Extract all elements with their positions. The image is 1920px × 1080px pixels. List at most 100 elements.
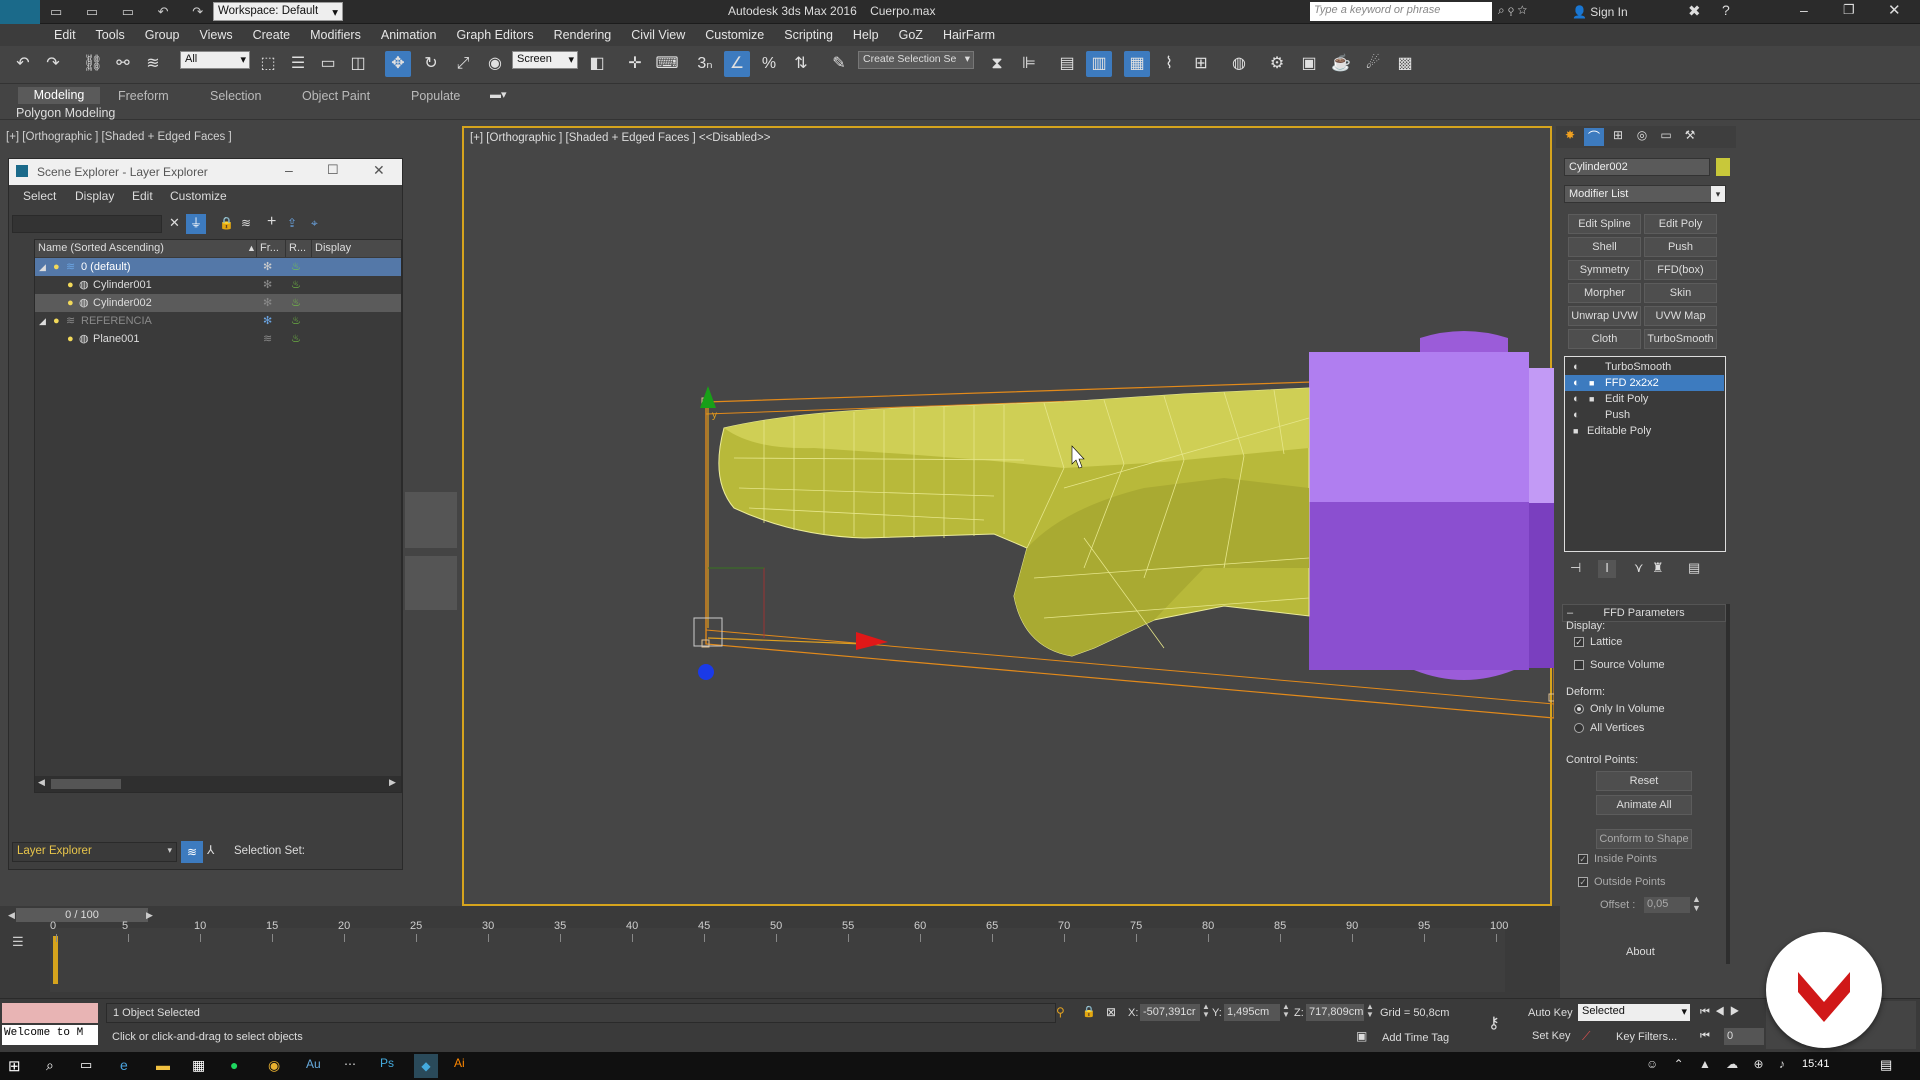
rotate-icon[interactable]: ↻ [418, 51, 444, 77]
modifier-list-dropdown[interactable]: Modifier List ▾ [1564, 185, 1726, 203]
menu-modifiers[interactable]: Modifiers [300, 24, 371, 42]
menu-scripting[interactable]: Scripting [774, 24, 843, 42]
hierarchy-icon[interactable]: ⅄ [207, 843, 214, 857]
ribbon-options-icon[interactable]: ▬▾ [490, 88, 507, 101]
menu-create[interactable]: Create [243, 24, 301, 42]
3dsmax-taskbar-icon[interactable]: ◆ [414, 1054, 438, 1078]
system-tray-icons[interactable]: ☺ ⌃ ▲ ☁ ⊕ ♪ [1646, 1057, 1791, 1071]
column-display[interactable]: Display [311, 240, 351, 257]
spinner-snap-icon[interactable]: ⇅ [788, 51, 814, 77]
modifier-stack[interactable]: ◐ TurboSmooth ◐ ■ FFD 2x2x2 ◐ ■ Edit Poly ◐ Pu… [1564, 356, 1726, 552]
push-button[interactable]: Push [1644, 237, 1717, 257]
symmetry-button[interactable]: Symmetry [1568, 260, 1641, 280]
bulb-icon[interactable]: ● [67, 276, 74, 294]
reset-button[interactable]: Reset [1596, 771, 1692, 791]
tree-row-layer-referencia[interactable]: ◢ ● ≋ REFERENCIA ✻ ♨ [35, 312, 401, 330]
render-teapot-icon[interactable]: ♨ [291, 330, 301, 348]
morpher-button[interactable]: Morpher [1568, 283, 1641, 303]
scroll-right-icon[interactable]: ▶ [389, 777, 396, 788]
render-active-icon[interactable]: ☄ [1360, 51, 1386, 77]
photoshop-icon[interactable]: Ps [380, 1056, 394, 1070]
time-slider-left-icon[interactable]: ◀ [8, 910, 15, 921]
explorer-menu-display[interactable]: Display [75, 189, 114, 203]
control-point[interactable] [1548, 693, 1554, 702]
tab-freeform[interactable]: Freeform [118, 89, 169, 103]
select-object-icon[interactable]: ⬚ [255, 51, 281, 77]
close-icon[interactable]: ✕ [1888, 1, 1901, 19]
object-name-field[interactable]: Cylinder002 [1564, 158, 1710, 176]
tree-row-cylinder002[interactable]: ● ◍ Cylinder002 ✻ ♨ [35, 294, 401, 312]
time-slider[interactable]: 0 / 100 [16, 908, 148, 922]
bulb-icon[interactable]: ◐ [1573, 391, 1580, 407]
tree-row-layer-default[interactable]: ◢ ● ≋ 0 (default) ✻ ♨ [35, 258, 401, 276]
select-in-layer-icon[interactable]: ⌖ [311, 216, 318, 231]
key-mode-icon[interactable]: ⚷ [1488, 1013, 1500, 1033]
render-icon[interactable]: ☕ [1328, 51, 1354, 77]
offset-spinner-icon[interactable]: ▲ ▼ [1692, 895, 1701, 913]
freeze-icon[interactable]: ✻ [263, 312, 272, 330]
outside-points-checkbox[interactable]: ✓ Outside Points [1578, 876, 1666, 888]
tree-row-cylinder001[interactable]: ● ◍ Cylinder001 ✻ ♨ [35, 276, 401, 294]
help-icon[interactable]: ? [1722, 2, 1730, 18]
task-view-icon[interactable]: ▭ [80, 1057, 92, 1073]
scroll-thumb[interactable] [51, 779, 121, 789]
taskbar-search-icon[interactable]: ⌕ [46, 1057, 54, 1074]
viewport-scene[interactable]: y [464, 128, 1554, 908]
ffd-box-button[interactable]: FFD(box) [1644, 260, 1717, 280]
stack-item-editable-poly[interactable]: ■ Editable Poly [1565, 423, 1724, 439]
tab-modeling[interactable]: Modeling [18, 87, 100, 104]
stack-item-push[interactable]: ◐ Push [1565, 407, 1724, 423]
windows-start-icon[interactable]: ⊞ [8, 1057, 21, 1075]
rollout-collapse-icon[interactable]: – [1567, 605, 1573, 621]
menu-customize[interactable]: Customize [695, 24, 774, 42]
key-filters-button[interactable]: Key Filters... [1616, 1031, 1677, 1043]
edit-named-sel-icon[interactable]: ✎ [826, 51, 852, 77]
unlink-icon[interactable]: ⚯ [110, 51, 136, 77]
scroll-left-icon[interactable]: ◀ [38, 777, 45, 788]
place-icon[interactable]: ◉ [482, 51, 508, 77]
menu-help[interactable]: Help [843, 24, 889, 42]
isolate-selection-icon[interactable]: ⚲ [1056, 1005, 1065, 1019]
keyboard-shortcut-icon[interactable]: ⌨ [654, 51, 680, 77]
explorer-maximize-icon[interactable]: ☐ [327, 162, 339, 178]
link-icon[interactable]: ⛓ [80, 51, 106, 77]
add-time-tag[interactable]: Add Time Tag [1382, 1032, 1449, 1044]
render-setup-icon[interactable]: ⚙ [1264, 51, 1290, 77]
inside-points-checkbox[interactable]: ✓ Inside Points [1578, 853, 1657, 865]
source-volume-checkbox[interactable]: Source Volume [1574, 659, 1665, 671]
render-teapot-icon[interactable]: ♨ [291, 312, 301, 330]
cloth-button[interactable]: Cloth [1568, 329, 1641, 349]
explorer-hscrollbar[interactable]: ◀ ▶ [35, 776, 401, 792]
align-icon[interactable]: ⊫ [1016, 51, 1042, 77]
tab-selection[interactable]: Selection [210, 89, 261, 103]
explorer-menu-edit[interactable]: Edit [132, 189, 153, 203]
bulb-icon[interactable]: ◐ [1573, 407, 1580, 423]
snap-toggle-icon[interactable]: 3ₙ [692, 51, 718, 77]
chrome-icon[interactable]: ◉ [268, 1057, 280, 1074]
select-manipulate-icon[interactable]: ✛ [622, 51, 648, 77]
absolute-mode-icon[interactable]: ⊠ [1106, 1005, 1116, 1019]
rect-selection-icon[interactable]: ▭ [315, 51, 341, 77]
show-end-result-icon[interactable]: I [1598, 560, 1616, 578]
notifications-icon[interactable]: ▤ [1880, 1057, 1892, 1073]
offset-field[interactable]: 0,05 [1644, 897, 1690, 913]
mirror-icon[interactable]: ⧗ [984, 51, 1010, 77]
z-spinner-icon[interactable]: ▲ ▼ [1366, 1003, 1374, 1019]
redo-icon[interactable]: ↷ [40, 51, 66, 77]
expand-icon[interactable]: ■ [1589, 391, 1594, 407]
lock-icon[interactable]: 🔒 [219, 216, 234, 230]
x-spinner-icon[interactable]: ▲ ▼ [1202, 1003, 1210, 1019]
new-layer-icon[interactable]: ≋ [241, 216, 251, 230]
window-crossing-icon[interactable]: ◫ [345, 51, 371, 77]
collapse-icon[interactable]: ◢ [39, 258, 46, 276]
freeze-layer-icon[interactable]: ≋ [263, 330, 272, 348]
configure-sets-icon[interactable]: ▤ [1688, 560, 1700, 576]
explorer-icon[interactable]: ▬ [156, 1057, 170, 1073]
only-in-volume-radio[interactable]: Only In Volume [1574, 703, 1665, 715]
edit-poly-button[interactable]: Edit Poly [1644, 214, 1717, 234]
hierarchy-tab-icon[interactable]: ⊞ [1608, 128, 1628, 146]
media-icon[interactable]: ⋯ [344, 1057, 356, 1071]
render-teapot-icon[interactable]: ♨ [291, 258, 301, 276]
maxscript-output[interactable]: Welcome to M [2, 1025, 98, 1045]
display-tab-icon[interactable]: ▭ [1656, 128, 1676, 146]
